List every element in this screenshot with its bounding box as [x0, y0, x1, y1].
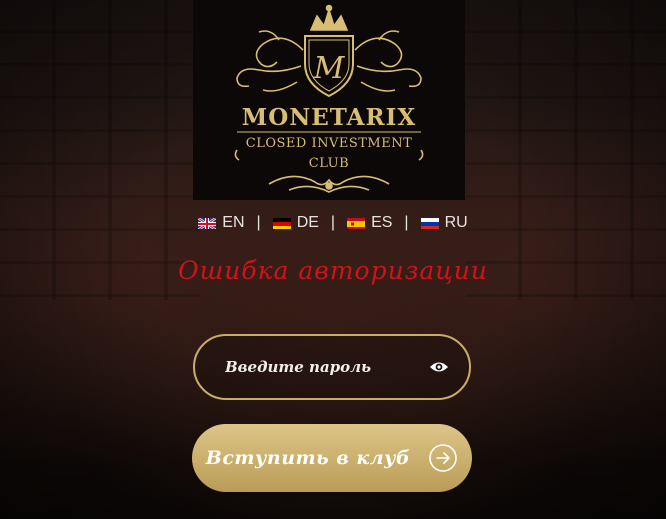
- language-switcher: EN | DE | ES | RU: [193, 210, 473, 236]
- password-input[interactable]: [195, 336, 429, 398]
- language-separator: |: [256, 214, 261, 231]
- language-label: EN: [222, 214, 245, 231]
- language-separator: |: [330, 214, 336, 231]
- germany-flag-icon: [272, 217, 291, 229]
- auth-error-title: Ошибка авторизации: [178, 256, 488, 285]
- russia-flag-icon: [420, 217, 439, 229]
- uk-flag-icon: [198, 217, 217, 229]
- arrow-right-circle-icon: [428, 443, 458, 473]
- club-logo: M MONETARIX CLOSED INVESTMENT CLUB: [193, 0, 465, 200]
- brand-subtitle-club: CLUB: [308, 156, 350, 171]
- brand-name: MONETARIX: [241, 104, 417, 131]
- brand-subtitle: CLOSED INVESTMENT: [245, 136, 413, 151]
- language-option-es[interactable]: ES: [347, 214, 392, 232]
- spain-flag-icon: [347, 217, 366, 229]
- language-label: DE: [296, 214, 319, 231]
- language-separator: |: [404, 214, 409, 231]
- eye-icon[interactable]: [429, 356, 449, 378]
- join-club-label: Вступить в клуб: [205, 447, 411, 469]
- join-club-button[interactable]: Вступить в клуб: [192, 424, 472, 492]
- language-option-en[interactable]: EN: [198, 214, 245, 232]
- monogram-letter: M: [313, 51, 346, 86]
- language-option-de[interactable]: DE: [272, 214, 319, 232]
- language-label: RU: [444, 214, 468, 231]
- language-option-ru[interactable]: RU: [420, 214, 468, 232]
- language-label: ES: [371, 214, 393, 231]
- password-field: [193, 334, 471, 400]
